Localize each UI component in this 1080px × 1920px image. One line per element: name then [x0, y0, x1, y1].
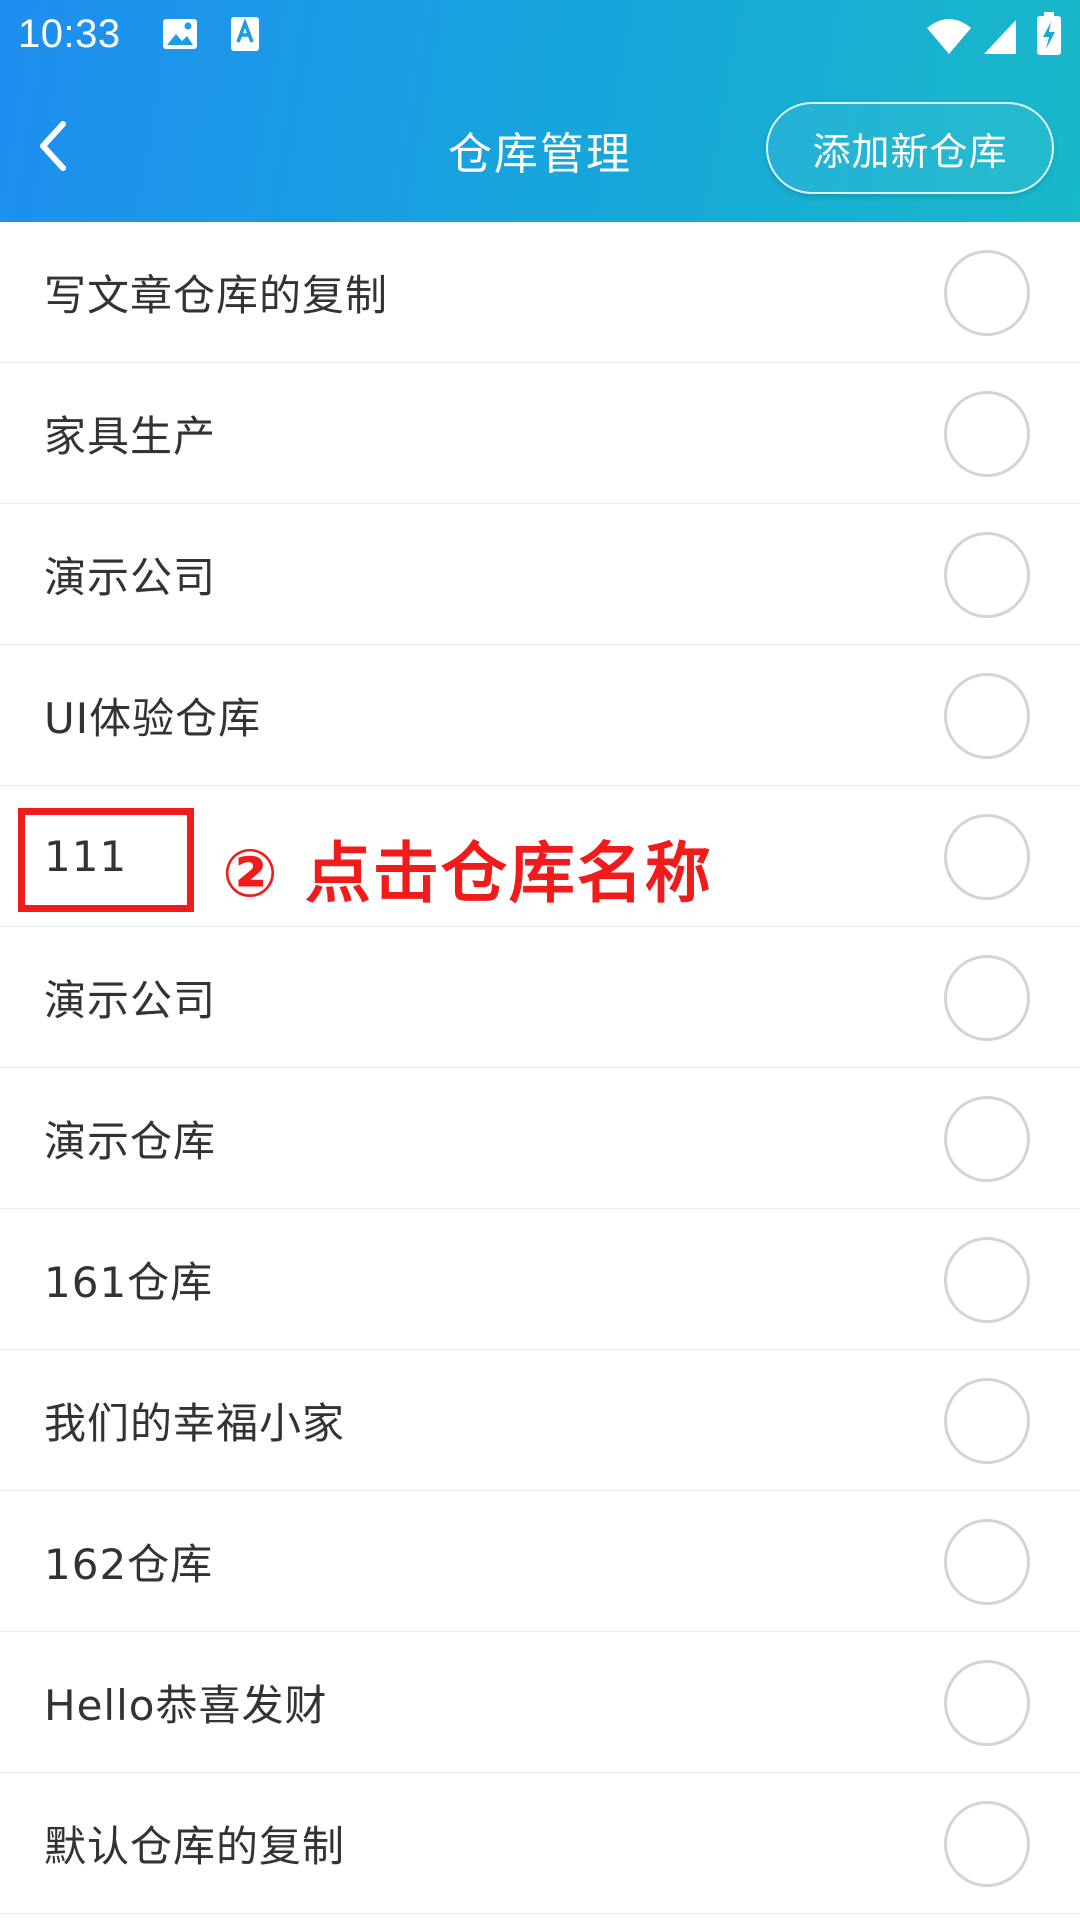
add-warehouse-button[interactable]: 添加新仓库	[766, 102, 1054, 194]
list-item[interactable]: 写文章仓库的复制	[0, 222, 1080, 363]
radio-button[interactable]	[944, 1660, 1030, 1746]
radio-button[interactable]	[944, 814, 1030, 900]
radio-button[interactable]	[944, 1096, 1030, 1182]
wifi-icon	[925, 16, 973, 60]
text-notification-icon	[228, 14, 262, 58]
header: 10:33 仓库管理 添加新仓库	[0, 0, 1080, 222]
warehouse-name[interactable]: 写文章仓库的复制	[44, 222, 388, 363]
signal-icon	[980, 16, 1020, 60]
warehouse-name[interactable]: 演示公司	[44, 504, 216, 645]
radio-button[interactable]	[944, 1237, 1030, 1323]
battery-charging-icon	[1036, 12, 1062, 60]
warehouse-name[interactable]: Hello恭喜发财	[44, 1632, 327, 1773]
radio-button[interactable]	[944, 1519, 1030, 1605]
list-item[interactable]: 默认仓库的复制	[0, 1773, 1080, 1914]
radio-button[interactable]	[944, 1801, 1030, 1887]
warehouse-name[interactable]: UI体验仓库	[44, 645, 261, 786]
list-item[interactable]: 我们的幸福小家	[0, 1350, 1080, 1491]
radio-button[interactable]	[944, 532, 1030, 618]
list-item[interactable]: 家具生产	[0, 363, 1080, 504]
radio-button[interactable]	[944, 391, 1030, 477]
list-item[interactable]: 演示公司	[0, 927, 1080, 1068]
list-item[interactable]: UI体验仓库	[0, 645, 1080, 786]
app-root: 10:33 仓库管理 添加新仓库 写文章仓库的复制 家具生产 演示公司 UI体验…	[0, 0, 1080, 1920]
list-item[interactable]: Hello恭喜发财	[0, 1632, 1080, 1773]
list-item[interactable]: 162仓库	[0, 1491, 1080, 1632]
warehouse-name[interactable]: 演示仓库	[44, 1068, 216, 1209]
warehouse-name[interactable]: 162仓库	[44, 1491, 213, 1632]
radio-button[interactable]	[944, 955, 1030, 1041]
warehouse-name[interactable]: 我们的幸福小家	[44, 1350, 345, 1491]
status-time: 10:33	[18, 12, 121, 56]
image-notification-icon	[160, 14, 200, 58]
warehouse-name[interactable]: 家具生产	[44, 363, 216, 504]
warehouse-name[interactable]: 161仓库	[44, 1209, 213, 1350]
radio-button[interactable]	[944, 250, 1030, 336]
list-item[interactable]: 演示仓库	[0, 1068, 1080, 1209]
warehouse-list: 写文章仓库的复制 家具生产 演示公司 UI体验仓库 111 演示公司 演示仓库	[0, 222, 1080, 1914]
radio-button[interactable]	[944, 673, 1030, 759]
radio-button[interactable]	[944, 1378, 1030, 1464]
list-item[interactable]: 演示公司	[0, 504, 1080, 645]
warehouse-name[interactable]: 默认仓库的复制	[44, 1773, 345, 1914]
toolbar: 仓库管理 添加新仓库	[0, 74, 1080, 222]
warehouse-name[interactable]: 演示公司	[44, 927, 216, 1068]
list-item[interactable]: 161仓库	[0, 1209, 1080, 1350]
warehouse-name[interactable]: 111	[44, 786, 127, 927]
list-item[interactable]: 111	[0, 786, 1080, 927]
status-bar: 10:33	[0, 0, 1080, 74]
